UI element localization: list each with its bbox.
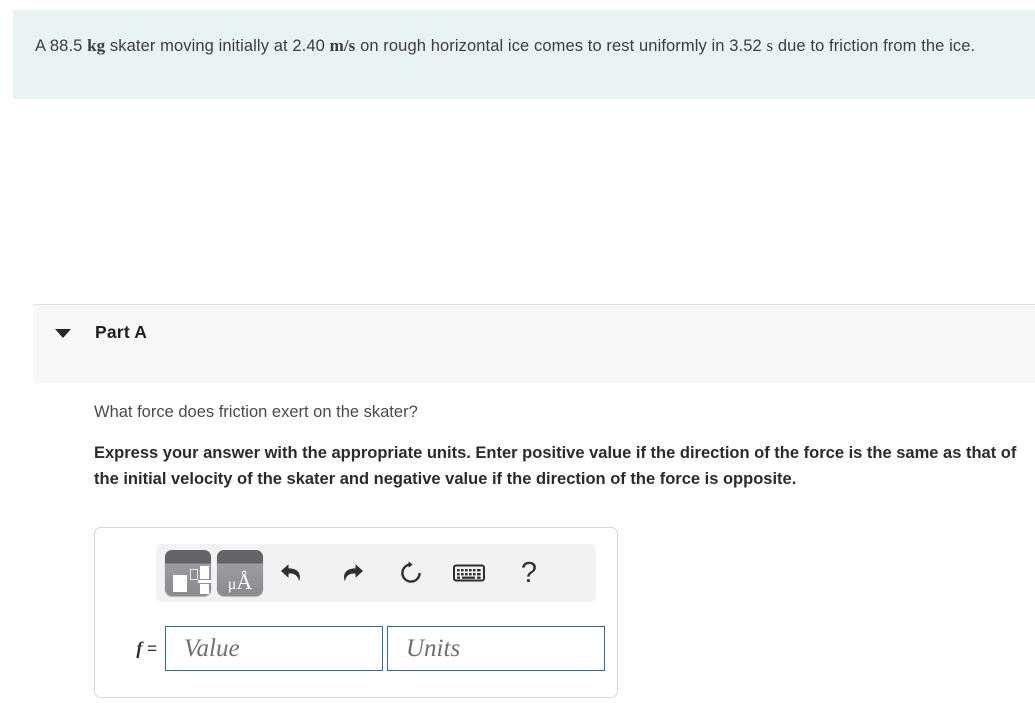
part-a-header-band[interactable]: Part A	[33, 304, 1035, 383]
answer-input-row: f =	[115, 626, 605, 671]
statement-time-value: 3.52	[729, 37, 762, 55]
statement-segment-4: skater moving initially at	[105, 37, 293, 55]
units-glyph-angstrom: Å	[236, 569, 253, 594]
statement-speed-unit: m/s	[329, 36, 356, 55]
answer-widget: μÅ ? f = Value Units	[94, 527, 618, 698]
question-instruction: Express your answer with the appropriate…	[94, 444, 1017, 488]
reset-icon[interactable]	[388, 550, 434, 596]
template-shape-outline	[190, 569, 198, 580]
statement-segment-0: A	[35, 37, 50, 55]
template-shape-numerator	[200, 566, 209, 579]
answer-toolbar: μÅ ?	[156, 544, 596, 602]
statement-speed-value: 2.40	[292, 37, 325, 55]
keypad-icon[interactable]	[446, 550, 492, 596]
statement-segment-12: due to friction from the ice.	[773, 37, 976, 55]
help-icon[interactable]: ?	[506, 550, 552, 596]
units-input[interactable]	[387, 626, 605, 671]
statement-mass-unit: kg	[87, 36, 106, 55]
part-a-title: Part A	[95, 322, 148, 342]
problem-statement-banner: A 88.5 kg skater moving initially at 2.4…	[13, 10, 1035, 99]
undo-icon[interactable]	[269, 550, 315, 596]
help-glyph: ?	[520, 556, 538, 589]
math-templates-icon[interactable]	[165, 550, 211, 596]
caret-down-icon[interactable]	[55, 329, 71, 338]
equals-sign: =	[147, 639, 157, 658]
value-input[interactable]	[165, 626, 383, 671]
statement-segment-8: on rough horizontal ice comes to rest un…	[355, 37, 730, 55]
statement-mass-value: 88.5	[49, 37, 83, 55]
template-shape-fraction-bar	[198, 580, 211, 583]
variable-symbol: f	[136, 638, 143, 658]
problem-statement-text: A 88.5 kg skater moving initially at 2.4…	[35, 32, 1007, 60]
redo-icon[interactable]	[329, 550, 375, 596]
variable-label: f =	[115, 638, 165, 659]
template-shape-large	[173, 575, 187, 592]
template-shape-denominator	[200, 584, 209, 594]
units-icon[interactable]: μÅ	[217, 550, 263, 596]
question-prompt: What force does friction exert on the sk…	[94, 403, 418, 421]
units-glyph: μÅ	[217, 570, 263, 596]
